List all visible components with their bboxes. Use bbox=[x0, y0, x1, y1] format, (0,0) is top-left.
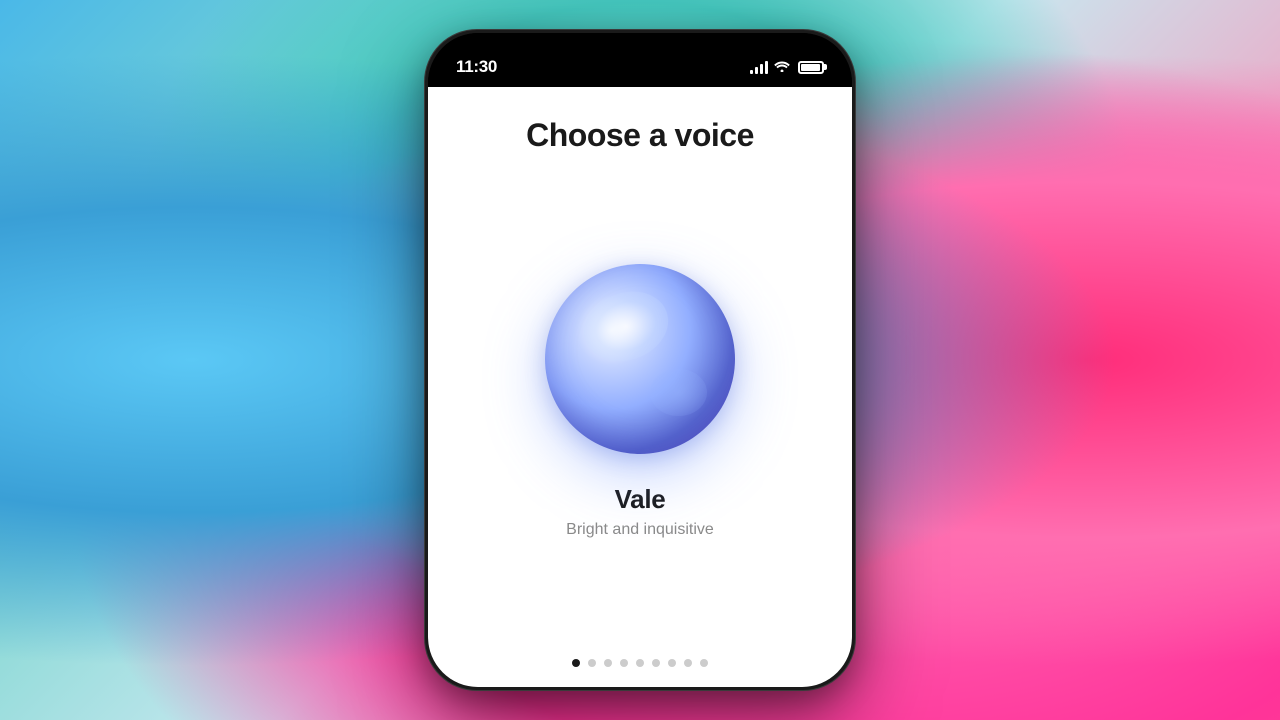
voice-name: Vale bbox=[615, 484, 666, 515]
voice-orb-container[interactable]: Vale Bright and inquisitive bbox=[545, 194, 735, 629]
phone-wrapper: 11:30 bbox=[425, 30, 855, 690]
notch bbox=[580, 33, 700, 63]
phone-frame: 11:30 bbox=[425, 30, 855, 690]
voice-orb[interactable] bbox=[545, 264, 735, 454]
dot-7[interactable] bbox=[668, 659, 676, 667]
app-content: Choose a voice Vale Bright and inquisiti… bbox=[428, 87, 852, 687]
phone-inner: 11:30 bbox=[428, 33, 852, 687]
dot-2[interactable] bbox=[588, 659, 596, 667]
pagination-dots bbox=[572, 659, 708, 667]
screen-content: Choose a voice Vale Bright and inquisiti… bbox=[428, 87, 852, 687]
dot-3[interactable] bbox=[604, 659, 612, 667]
battery-icon bbox=[798, 61, 824, 74]
dot-8[interactable] bbox=[684, 659, 692, 667]
status-time: 11:30 bbox=[456, 57, 497, 77]
dot-1[interactable] bbox=[572, 659, 580, 667]
wifi-icon bbox=[774, 59, 790, 75]
dot-6[interactable] bbox=[652, 659, 660, 667]
signal-icon bbox=[750, 60, 768, 74]
dot-4[interactable] bbox=[620, 659, 628, 667]
page-title: Choose a voice bbox=[526, 117, 754, 154]
dot-5[interactable] bbox=[636, 659, 644, 667]
status-icons bbox=[750, 59, 824, 75]
voice-description: Bright and inquisitive bbox=[566, 521, 714, 539]
dot-9[interactable] bbox=[700, 659, 708, 667]
